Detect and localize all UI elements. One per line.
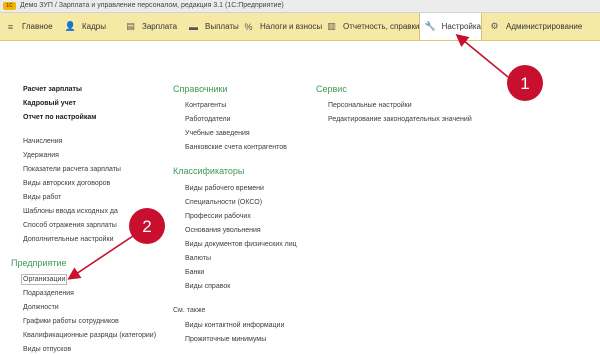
section-payments[interactable]: ▬ Выплаты — [187, 13, 245, 40]
link-dismissal-grounds[interactable]: Основания увольнения — [185, 226, 261, 235]
section-label: Выплаты — [205, 22, 239, 31]
link-counterparty-bank-accounts[interactable]: Банковские счета контрагентов — [185, 143, 287, 152]
link-subsistence-minimums[interactable]: Прожиточные минимумы — [185, 335, 266, 344]
section-reports[interactable]: ▥ Отчетность, справки — [325, 13, 421, 40]
section-label: Настройка — [441, 22, 481, 31]
reports-icon: ▥ — [327, 21, 336, 31]
percent-icon: % — [244, 21, 253, 32]
salary-icon: ▤ — [126, 21, 135, 31]
link-author-contract-types[interactable]: Виды авторских договоров — [23, 179, 110, 188]
section-personnel[interactable]: 👤 Кадры — [64, 13, 120, 40]
link-hr-accounting[interactable]: Кадровый учет — [23, 99, 76, 108]
window-titlebar: 1С Демо ЗУП / Зарплата и управление перс… — [0, 0, 600, 13]
gear-icon: ⚙ — [490, 21, 499, 31]
link-organizations[interactable]: Организации — [20, 274, 68, 285]
group-enterprise: Предприятие — [11, 258, 67, 268]
section-settings[interactable]: 🔧 Настройка — [419, 13, 482, 40]
section-label: Администрирование — [506, 22, 583, 31]
link-contact-info-types[interactable]: Виды контактной информации — [185, 321, 284, 330]
section-label: Отчетность, справки — [343, 22, 420, 31]
link-work-schedules[interactable]: Графики работы сотрудников — [23, 317, 119, 326]
badge-2-circle — [129, 208, 165, 244]
link-edit-legislative-values[interactable]: Редактирование законодательных значений — [328, 115, 472, 124]
section-salary[interactable]: ▤ Зарплата — [124, 13, 184, 40]
menu-lines-icon: ≡ — [7, 21, 14, 32]
group-classifiers: Классификаторы — [173, 166, 245, 176]
link-work-types[interactable]: Виды работ — [23, 193, 61, 202]
section-administration[interactable]: ⚙ Администрирование — [486, 13, 598, 40]
section-main[interactable]: ≡ Главное — [4, 13, 60, 40]
group-see-also: См. также — [173, 307, 206, 314]
sections-panel: ≡ Главное 👤 Кадры ▤ Зарплата ▬ Выплаты %… — [0, 13, 600, 41]
group-directories: Справочники — [173, 84, 228, 94]
arrow-to-settings — [455, 33, 509, 78]
link-deductions[interactable]: Удержания — [23, 151, 59, 160]
wrench-icon: 🔧 — [424, 21, 436, 31]
link-specialties[interactable]: Специальности (ОКСО) — [185, 198, 262, 207]
link-personal-settings[interactable]: Персональные настройки — [328, 101, 412, 110]
link-worker-professions[interactable]: Профессии рабочих — [185, 212, 251, 221]
link-counterparties[interactable]: Контрагенты — [185, 101, 226, 110]
person-icon: 👤 — [64, 21, 77, 31]
window-title: Демо ЗУП / Зарплата и управление персона… — [20, 2, 284, 9]
link-qualification-grades[interactable]: Квалификационные разряды (категории) — [23, 331, 156, 340]
link-input-templates[interactable]: Шаблоны ввода исходных да — [23, 207, 118, 216]
link-banks[interactable]: Банки — [185, 268, 204, 277]
link-positions[interactable]: Должности — [23, 303, 59, 312]
link-salary-reflection[interactable]: Способ отражения зарплаты — [23, 221, 117, 230]
group-service: Сервис — [316, 84, 347, 94]
link-employers[interactable]: Работодатели — [185, 115, 231, 124]
section-taxes[interactable]: % Налоги и взносы — [242, 13, 338, 40]
badge-1-circle — [507, 65, 543, 101]
link-payroll-indicators[interactable]: Показатели расчета зарплаты — [23, 165, 121, 174]
link-accruals[interactable]: Начисления — [23, 137, 62, 146]
badge-2-number: 2 — [142, 217, 151, 236]
link-additional-settings[interactable]: Дополнительные настройки — [23, 235, 114, 244]
section-label: Налоги и взносы — [260, 22, 323, 31]
link-currencies[interactable]: Валюты — [185, 254, 211, 263]
section-label: Кадры — [82, 22, 106, 31]
link-settings-report[interactable]: Отчет по настройкам — [23, 113, 96, 122]
link-educational-institutions[interactable]: Учебные заведения — [185, 129, 250, 138]
link-payroll-calc[interactable]: Расчет зарплаты — [23, 85, 82, 94]
link-departments[interactable]: Подразделения — [23, 289, 74, 298]
payments-icon: ▬ — [189, 21, 198, 32]
section-label: Главное — [22, 22, 53, 31]
link-certificate-types[interactable]: Виды справок — [185, 282, 230, 291]
badge-1-number: 1 — [520, 74, 529, 93]
app-logo: 1С — [3, 2, 16, 10]
annotation-overlay: 1 2 — [67, 33, 543, 280]
section-label: Зарплата — [142, 22, 178, 31]
link-id-document-types[interactable]: Виды документов физических лиц — [185, 240, 297, 249]
link-work-time-types[interactable]: Виды рабочего времени — [185, 184, 264, 193]
